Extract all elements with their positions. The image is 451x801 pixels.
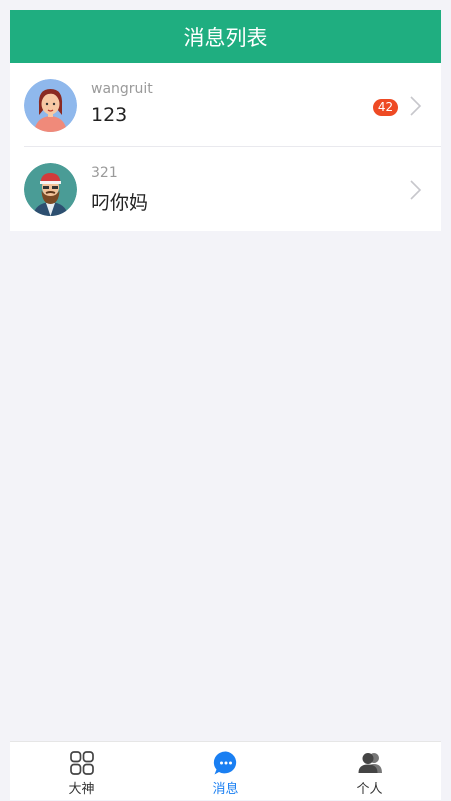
conversation-item-321[interactable]: 321 叼你妈 [10,147,441,231]
bearded-man-avatar-icon [24,163,77,216]
conversation-name: 321 [91,165,118,181]
people-icon [358,753,382,773]
chevron-right-icon [410,180,422,200]
woman-avatar-icon [24,79,77,132]
conversation-list: wangruit 123 42 321 叼你妈 [10,63,441,231]
conversation-item-wangruit[interactable]: wangruit 123 42 [10,63,441,147]
chevron-right-icon [410,96,422,116]
tab-profile[interactable]: 个人 [298,742,441,801]
conversation-last-message: 123 [91,104,128,126]
bottom-tab-bar: 大神 消息 个人 [10,741,441,800]
tab-label: 个人 [356,782,383,797]
grid-icon [69,751,94,775]
tab-label: 大神 [68,782,95,797]
tab-messages[interactable]: 消息 [154,742,297,801]
unread-badge: 42 [373,99,398,116]
tab-dashen[interactable]: 大神 [10,742,153,801]
chat-bubble-icon [213,751,236,775]
app-frame: 消息列表 wangruit 123 42 321 叼你妈 大神 消息 个人 [10,10,441,800]
conversation-name: wangruit [91,81,153,97]
page-title: 消息列表 [183,25,268,50]
conversation-last-message: 叼你妈 [91,192,149,214]
page-header: 消息列表 [10,10,441,63]
tab-label: 消息 [212,782,239,797]
